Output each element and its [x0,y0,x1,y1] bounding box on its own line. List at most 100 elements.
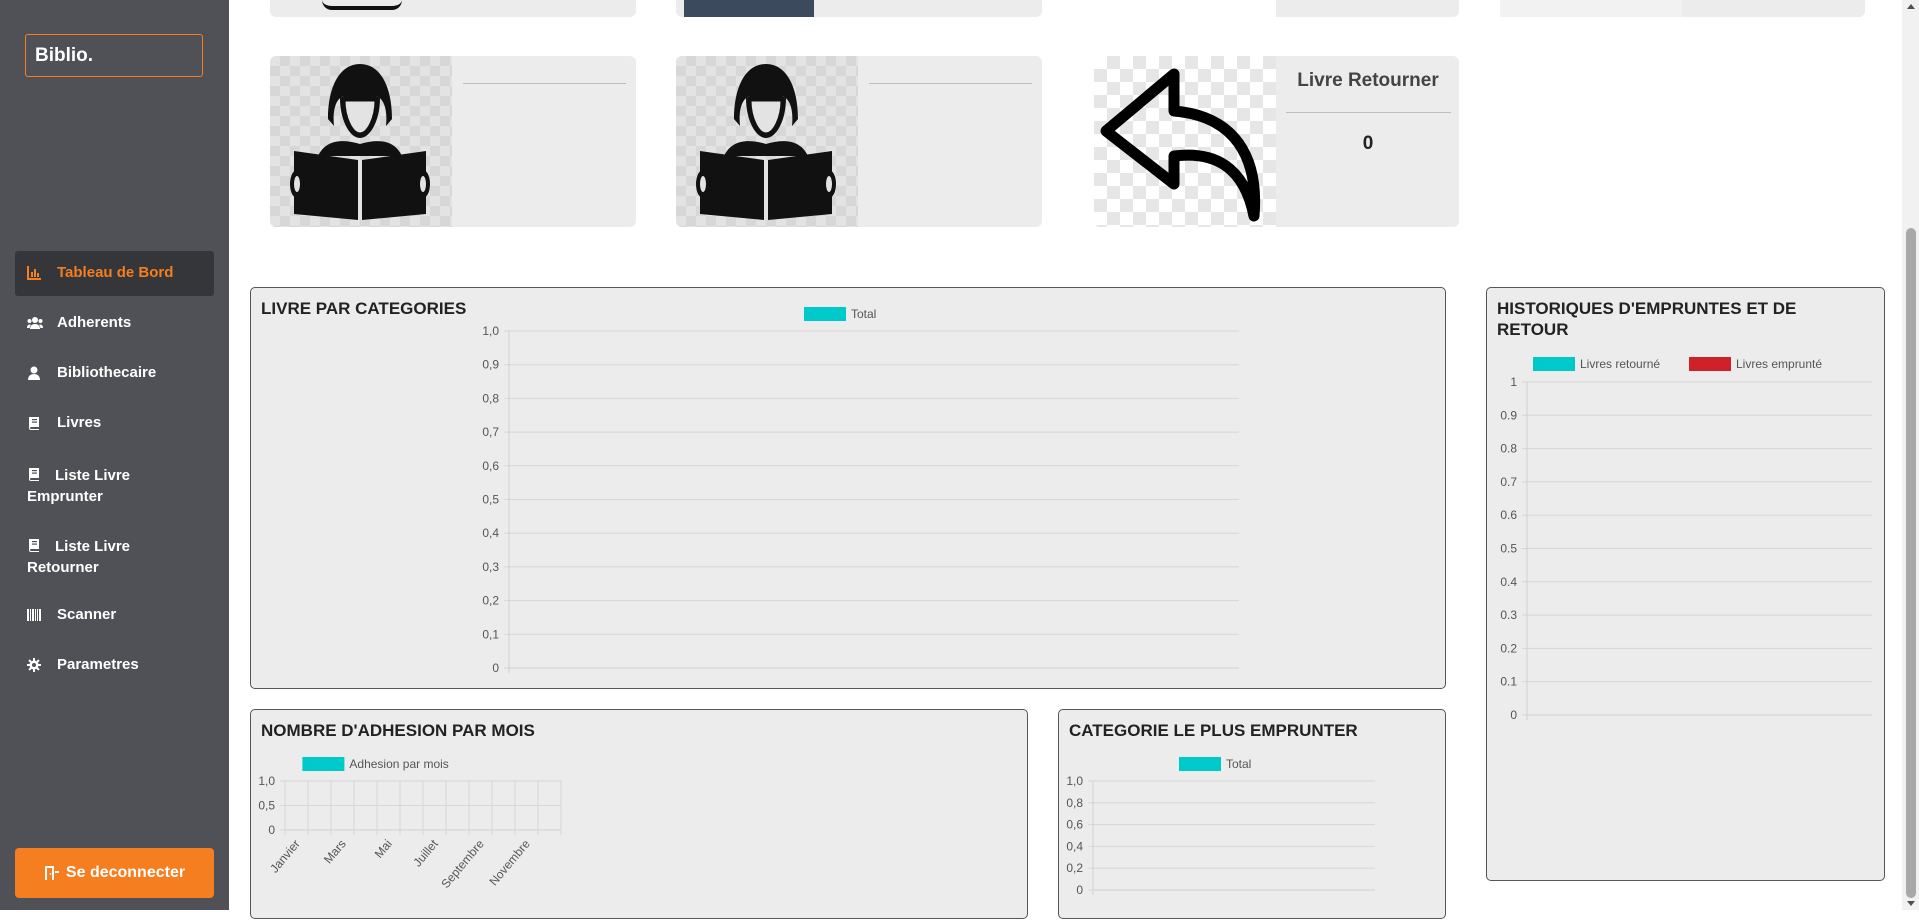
y-tick-label: 0 [268,823,275,837]
gear-icon [27,658,41,672]
y-tick-label: 0,6 [1066,818,1083,832]
y-tick-label: 1,0 [482,324,499,338]
y-tick-label: 0,7 [482,425,499,439]
y-tick-label: 0 [1510,708,1517,722]
reader-icon [290,64,430,220]
users-icon [27,317,43,329]
legend-label: Total [1226,757,1251,771]
y-tick-label: 1 [1510,375,1517,389]
y-tick-label: 0.5 [1500,542,1517,556]
sidebar-item-parametres[interactable]: Parametres [15,643,214,688]
y-tick-label: 0,1 [482,627,499,641]
sidebar-item-adherents[interactable]: Adherents [15,301,214,346]
card-image-fragment [322,0,402,10]
scroll-down-arrow-icon[interactable] [1907,901,1915,906]
card-divider [1286,112,1451,113]
card-image-fragment [1500,0,1682,17]
sidebar-item-tableau-de-bord[interactable]: Tableau de Bord [15,251,214,296]
scrollbar-thumb[interactable] [1906,228,1916,898]
y-tick-label: 0.9 [1500,408,1517,422]
y-tick-label: 0 [492,661,499,675]
y-tick-label: 0,5 [258,799,275,813]
y-tick-label: 0,9 [482,358,499,372]
x-tick-label: Janvier [267,837,303,876]
legend-label: Livres retourné [1580,357,1660,371]
x-tick-label: Juillet [410,836,441,869]
sidebar-item-label: Bibliothecaire [57,364,157,381]
y-tick-label: 0,4 [482,526,499,540]
brand-logo[interactable]: Biblio. [25,34,203,77]
card-image [1094,56,1276,227]
sidebar-item-liste-livre-retourner[interactable]: Liste Livre Retourner [15,522,214,588]
sidebar-item-label: Tableau de Bord [57,264,174,281]
y-tick-label: 0 [1076,883,1083,897]
y-tick-label: 0,6 [482,459,499,473]
sidebar-item-label: Parametres [57,656,139,673]
return-arrow-icon [1100,68,1261,222]
chart-livre-par-categories: Total 1,0 0,9 0,8 0,7 0,6 0,5 0,4 0,3 0,2 0,1 0 [482,307,1239,675]
stat-card-reader-1 [270,56,636,227]
sidebar-item-scanner[interactable]: Scanner [15,593,214,638]
x-tick-label: Novembre [486,837,533,889]
book-icon [29,539,39,552]
card-image [270,56,452,227]
chart-panel-historiques: HISTORIQUES D'EMPRUNTES ET DE RETOUR Liv… [1486,287,1885,881]
book-icon [29,468,39,481]
y-tick-label: 0.4 [1500,575,1517,589]
sidebar-item-liste-livre-emprunter[interactable]: Liste Livre Emprunter [15,451,214,517]
sidebar-item-label: Scanner [57,606,117,623]
top-card-3 [1094,0,1459,17]
y-tick-label: 0.8 [1500,442,1517,456]
sidebar-item-label: Adherents [57,314,132,331]
legend-swatch [1533,357,1575,371]
top-card-2 [676,0,1042,17]
door-exit-icon [44,866,59,880]
x-tick-label: Septembre [438,837,487,891]
chart-icon [27,266,41,280]
stat-card-reader-2 [676,56,1042,227]
sidebar-item-livres[interactable]: Livres [15,401,214,446]
y-tick-label: 0,5 [482,493,499,507]
book-icon [29,417,39,430]
logout-label: Se deconnecter [65,864,186,881]
top-card-1 [270,0,636,17]
card-image [676,56,858,227]
card-title: Livre Retourner [1297,70,1439,91]
chart-panel-livre-par-categories: LIVRE PAR CATEGORIES Total 1,0 0,9 0,8 0,7 0,… [250,287,1446,689]
card-image-fragment [684,0,814,17]
chart-historiques: Livres retourné Livres emprunté 1 0.9 0.8 0.7… [1500,357,1872,722]
y-tick-label: 0.7 [1500,475,1517,489]
vertical-scrollbar[interactable] [1902,0,1919,910]
scroll-up-arrow-icon[interactable] [1907,4,1915,9]
y-tick-label: 0,3 [482,560,499,574]
sidebar-item-label: Livres [57,414,102,431]
y-tick-label: 0,8 [482,391,499,405]
sidebar-item-label: Liste Livre Emprunter [27,467,131,505]
top-card-4 [1500,0,1865,17]
y-tick-label: 0,8 [1066,796,1083,810]
x-tick-label: Mars [321,837,349,866]
user-icon [28,366,40,380]
legend-label: Adhesion par mois [349,757,448,771]
reader-icon [696,64,836,220]
legend-swatch [804,307,846,321]
chart-panel-categorie-plus-emprunter: CATEGORIE LE PLUS EMPRUNTER Total 1,0 0,8 0… [1058,709,1446,919]
legend-swatch [1689,357,1731,371]
sidebar: Biblio. Tableau de Bord Adherents Biblio… [0,0,229,910]
card-body-fragment [1276,0,1459,17]
card-divider [463,83,626,84]
y-tick-label: 0,2 [1066,861,1083,875]
logout-button[interactable]: Se deconnecter [15,848,214,898]
y-tick-label: 0.3 [1500,608,1517,622]
y-tick-label: 0.2 [1500,641,1517,655]
sidebar-item-bibliothecaire[interactable]: Bibliothecaire [15,351,214,396]
card-divider [869,83,1032,84]
stat-card-returned: Livre Retourner 0 [1094,56,1459,227]
x-tick-label: Mai [372,837,395,861]
chart-adhesion: Adhesion par mois 1,0 0,5 0Janvier Mars Mai Ju… [258,757,562,891]
chart-panel-adhesion: NOMBRE D'ADHESION PAR MOIS Adhesion par … [250,709,1028,919]
legend-swatch [1179,757,1221,771]
y-tick-label: 1,0 [258,774,275,788]
legend-label: Total [851,307,876,321]
legend-label: Livres emprunté [1736,357,1822,371]
